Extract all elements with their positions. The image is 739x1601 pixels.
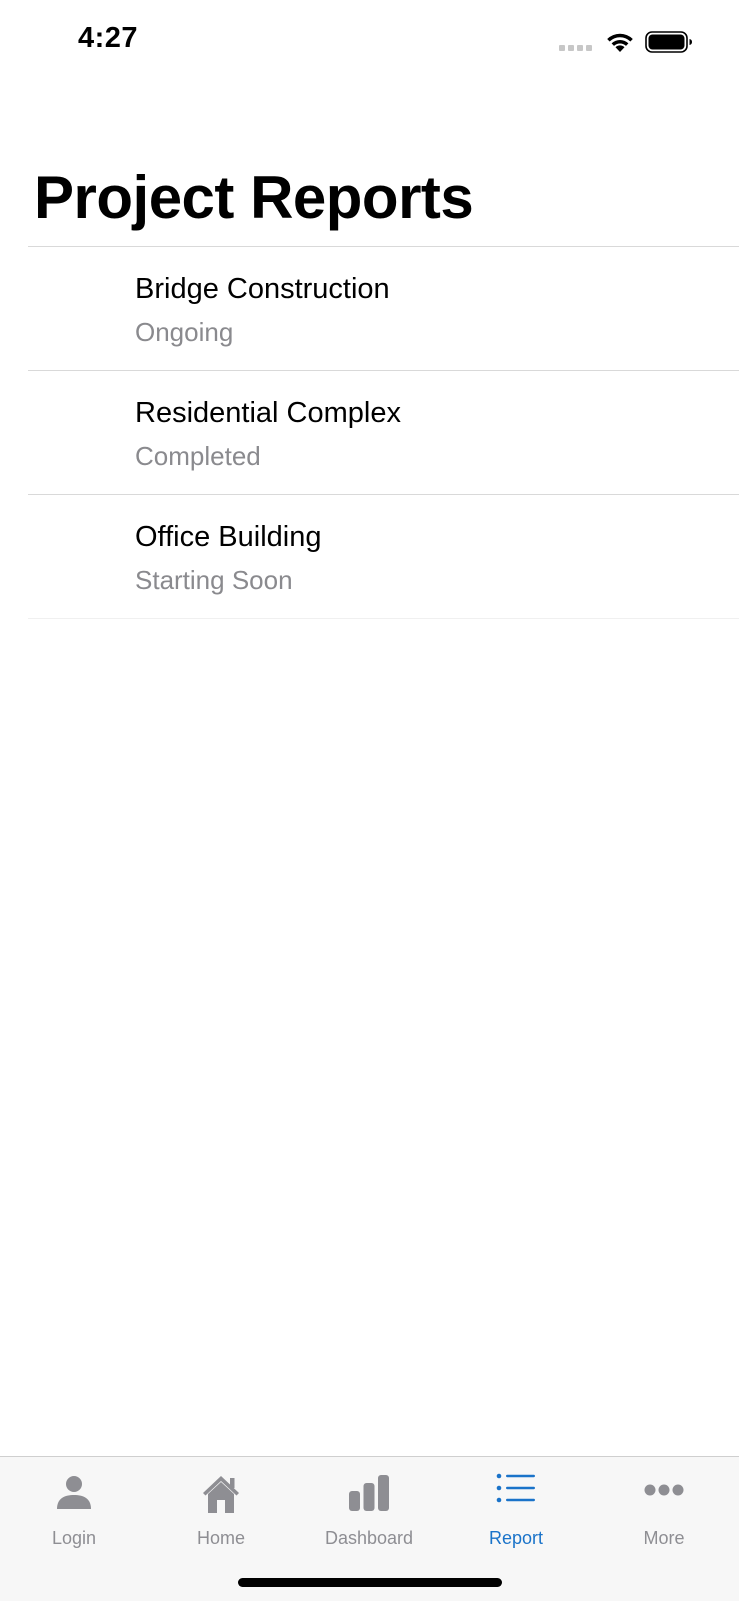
tab-label: Dashboard	[324, 1528, 414, 1548]
tab-login[interactable]: Login	[0, 1457, 148, 1557]
tab-dashboard[interactable]: Dashboard	[295, 1457, 443, 1557]
tab-home[interactable]: Home	[147, 1457, 295, 1557]
tab-label: Home	[196, 1528, 245, 1548]
house-icon	[203, 1476, 239, 1513]
report-list: Bridge Construction Ongoing Residential …	[28, 246, 739, 619]
battery-icon	[645, 31, 692, 53]
tab-label: Login	[51, 1528, 97, 1548]
tab-report[interactable]: Report	[442, 1457, 590, 1557]
tab-label: Report	[488, 1528, 544, 1548]
signal-icon	[559, 45, 592, 51]
status-time: 4:27	[78, 22, 139, 54]
report-status: Starting Soon	[135, 565, 293, 595]
list-divider	[28, 618, 739, 619]
list-icon	[496, 1473, 535, 1503]
ellipsis-icon	[644, 1484, 684, 1496]
report-status: Completed	[135, 441, 261, 471]
tab-label: More	[643, 1528, 685, 1548]
page-title: Project Reports	[34, 164, 474, 231]
person-icon	[57, 1476, 91, 1509]
list-item[interactable]: Residential Complex Completed	[28, 371, 739, 494]
report-status: Ongoing	[135, 317, 234, 347]
report-name: Office Building	[135, 521, 322, 553]
list-item[interactable]: Bridge Construction Ongoing	[28, 247, 739, 370]
report-name: Residential Complex	[135, 397, 401, 429]
report-name: Bridge Construction	[135, 273, 390, 305]
bar-chart-icon	[349, 1475, 389, 1511]
wifi-icon	[607, 33, 633, 52]
status-bar: 4:27	[0, 0, 739, 90]
list-item[interactable]: Office Building Starting Soon	[28, 495, 739, 618]
tab-more[interactable]: More	[590, 1457, 738, 1557]
home-indicator[interactable]	[238, 1578, 502, 1587]
